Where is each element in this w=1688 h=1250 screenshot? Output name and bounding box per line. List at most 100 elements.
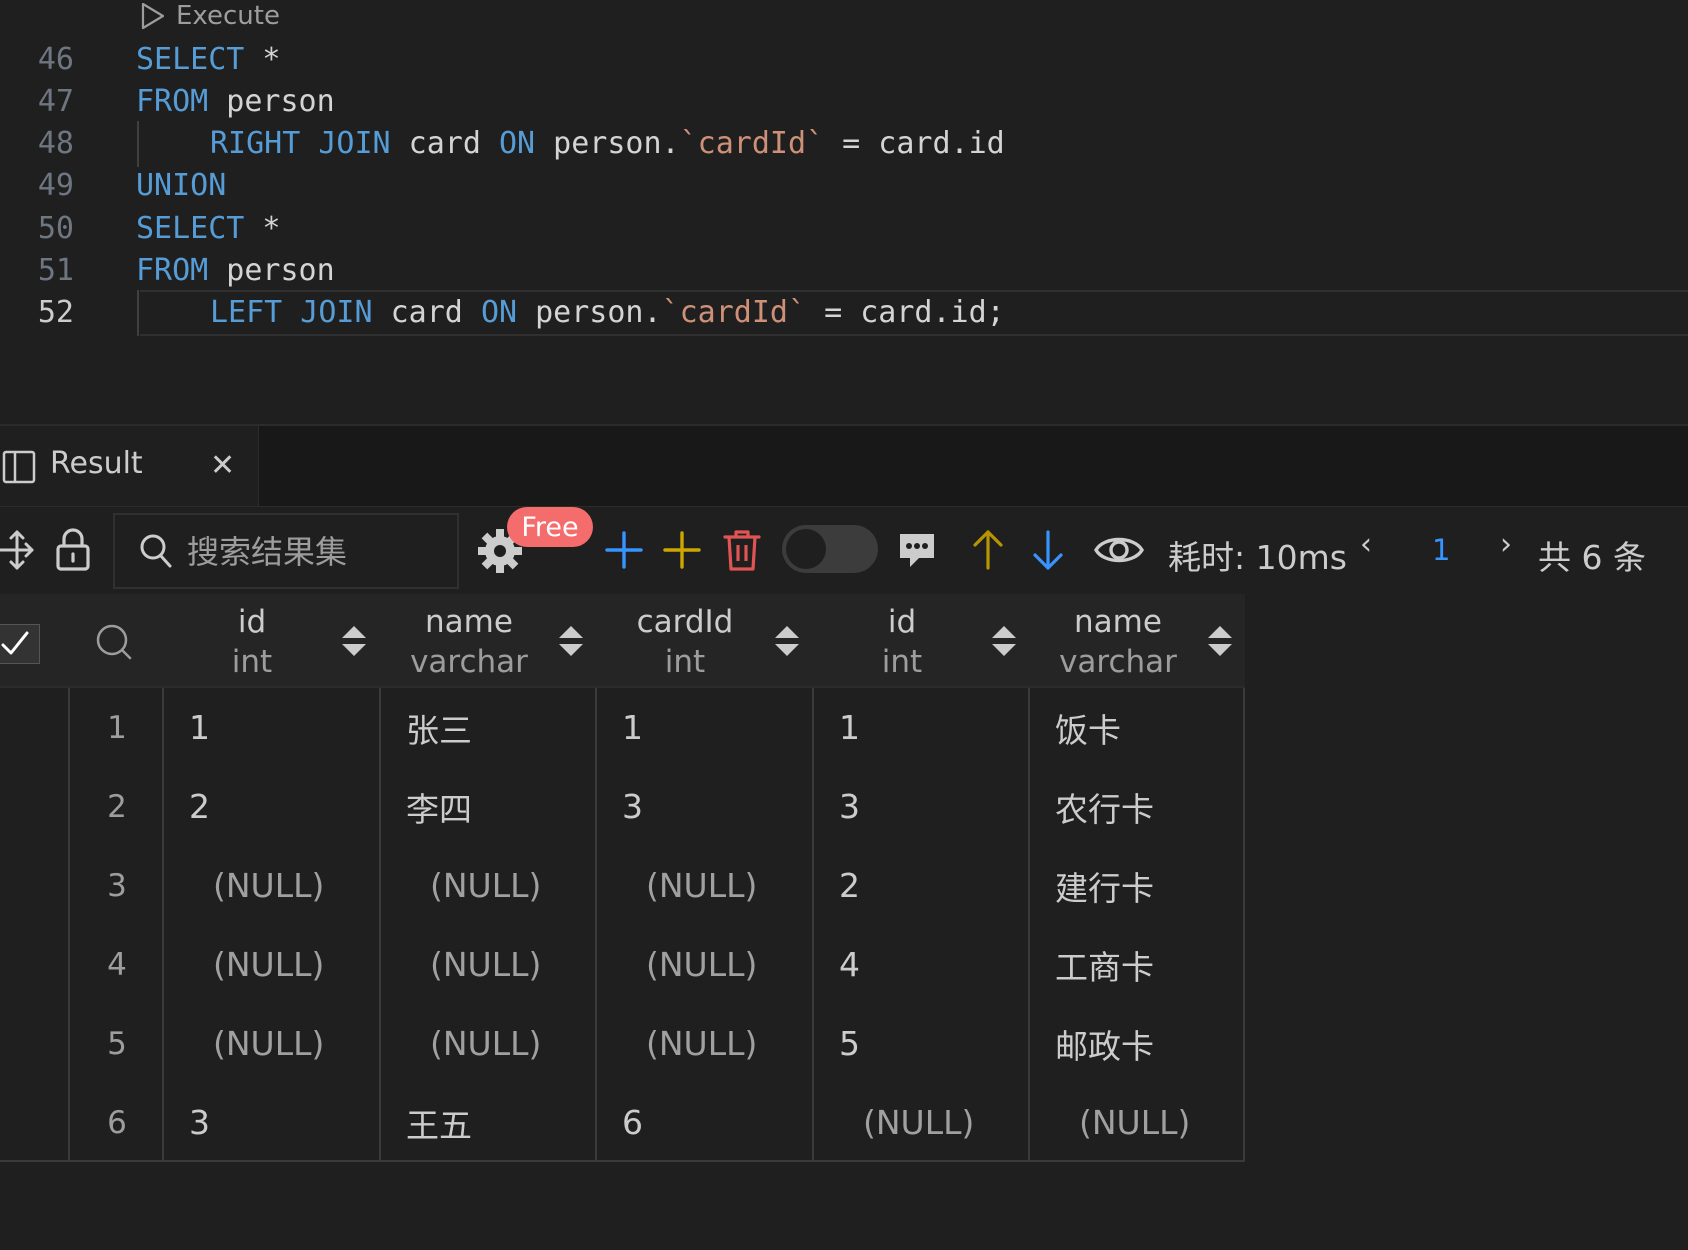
code-token: FROM xyxy=(136,83,209,119)
column-header[interactable]: cardId int xyxy=(597,594,813,686)
table-cell[interactable]: 2 xyxy=(189,767,375,846)
code-line[interactable]: 46 SELECT * xyxy=(0,36,1688,82)
lock-icon[interactable] xyxy=(54,527,92,573)
table-cell[interactable]: 3 xyxy=(839,767,1025,846)
table-cell[interactable]: 李四 xyxy=(406,767,592,846)
table-cell[interactable]: 3 xyxy=(189,1083,375,1162)
code-token: LEFT JOIN xyxy=(210,295,373,331)
table-cell[interactable]: 1 xyxy=(189,688,375,767)
sort-icon[interactable] xyxy=(1206,624,1234,662)
null-value: (NULL) xyxy=(430,945,542,984)
column-header[interactable]: id int xyxy=(164,594,380,686)
table-cell[interactable]: 4 xyxy=(839,925,1025,1004)
table-cell[interactable]: (NULL) xyxy=(406,1004,592,1083)
execute-codelens[interactable]: Execute xyxy=(140,0,280,32)
row-number[interactable]: 5 xyxy=(70,1004,164,1083)
delete-icon[interactable] xyxy=(722,527,762,573)
table-cell[interactable]: 6 xyxy=(622,1083,808,1162)
table-cell[interactable]: 工商卡 xyxy=(1055,925,1241,1004)
code-line[interactable]: 48 RIGHT JOIN card ON person.`cardId` = c… xyxy=(0,120,1688,167)
table-cell[interactable]: 邮政卡 xyxy=(1055,1004,1241,1083)
table-cell[interactable]: 1 xyxy=(622,688,808,767)
chevron-right-icon[interactable]: › xyxy=(1500,527,1512,562)
column-header[interactable]: name varchar xyxy=(1030,594,1246,686)
code-line[interactable]: 52 LEFT JOIN card ON person.`cardId` = ca… xyxy=(0,289,1688,336)
table-cell[interactable]: 5 xyxy=(839,1004,1025,1083)
result-search[interactable] xyxy=(113,513,459,589)
close-icon[interactable]: ✕ xyxy=(210,448,235,483)
column-filter-search-icon[interactable] xyxy=(94,622,134,666)
code-text[interactable]: RIGHT JOIN card ON person.`cardId` = car… xyxy=(210,126,1005,161)
code-token: card xyxy=(390,126,499,162)
table-cell[interactable]: 2 xyxy=(839,846,1025,925)
table-cell[interactable]: (NULL) xyxy=(406,846,592,925)
code-line[interactable]: 51 FROM person xyxy=(0,248,1688,294)
line-number: 46 xyxy=(37,41,74,77)
table-cell[interactable]: 3 xyxy=(622,767,808,846)
line-number: 48 xyxy=(37,126,74,162)
row-number[interactable]: 6 xyxy=(70,1083,164,1162)
code-text[interactable]: SELECT * xyxy=(136,211,281,246)
code-text[interactable]: FROM person xyxy=(136,84,335,119)
table-cell[interactable]: (NULL) xyxy=(622,925,808,1004)
cell-value: 2 xyxy=(189,787,210,826)
move-icon[interactable] xyxy=(0,527,34,573)
table-cell[interactable]: (NULL) xyxy=(622,1004,808,1083)
arrow-up-icon[interactable] xyxy=(970,527,1006,573)
sql-editor[interactable]: Execute 46 SELECT * 47 FROM person 48 RIGHT J… xyxy=(0,0,1688,426)
code-token: ON xyxy=(480,295,518,331)
code-text[interactable]: FROM person xyxy=(136,253,335,288)
line-number: 47 xyxy=(37,83,74,119)
cell-value: 张三 xyxy=(406,710,472,750)
toggle-switch[interactable] xyxy=(782,525,878,573)
table-cell[interactable]: 1 xyxy=(839,688,1025,767)
page-number[interactable]: 1 xyxy=(1432,533,1450,567)
code-text[interactable]: SELECT * xyxy=(136,42,281,77)
sort-icon[interactable] xyxy=(557,624,585,662)
tab-result[interactable]: Result ✕ xyxy=(0,426,259,506)
sort-icon[interactable] xyxy=(340,624,368,662)
table-cell[interactable]: (NULL) xyxy=(189,925,375,1004)
insert-row-icon[interactable] xyxy=(662,529,702,571)
code-line[interactable]: 49 UNION xyxy=(0,163,1688,209)
row-number[interactable]: 3 xyxy=(70,846,164,925)
table-cell[interactable]: (NULL) xyxy=(189,1004,375,1083)
column-name: cardId xyxy=(636,604,734,640)
table-cell[interactable]: 饭卡 xyxy=(1055,688,1241,767)
sort-icon[interactable] xyxy=(990,624,1018,662)
table-cell[interactable]: (NULL) xyxy=(622,846,808,925)
cell-value: 5 xyxy=(839,1024,860,1063)
code-text[interactable]: UNION xyxy=(136,168,226,203)
null-value: (NULL) xyxy=(213,866,325,905)
column-header[interactable]: id int xyxy=(814,594,1030,686)
table-cell[interactable]: (NULL) xyxy=(839,1083,1025,1162)
table-cell[interactable]: (NULL) xyxy=(406,925,592,1004)
row-number[interactable]: 2 xyxy=(70,767,164,846)
row-number[interactable]: 4 xyxy=(70,925,164,1004)
select-all-checkbox[interactable] xyxy=(0,624,40,664)
code-line[interactable]: 50 SELECT * xyxy=(0,205,1688,251)
add-row-icon[interactable] xyxy=(604,529,644,571)
sort-icon[interactable] xyxy=(773,624,801,662)
code-text[interactable]: LEFT JOIN card ON person.`cardId` = card… xyxy=(210,295,1005,330)
arrow-down-icon[interactable] xyxy=(1030,527,1066,573)
comment-icon[interactable] xyxy=(897,529,937,571)
eye-icon[interactable] xyxy=(1094,529,1144,571)
grid-header: id int name varchar cardId int id int name varcha… xyxy=(0,594,1245,688)
code-line[interactable]: 47 FROM person xyxy=(0,78,1688,124)
row-number[interactable]: 1 xyxy=(70,688,164,767)
table-cell[interactable]: (NULL) xyxy=(1055,1083,1241,1162)
null-value: (NULL) xyxy=(1079,1103,1191,1142)
table-cell[interactable]: 农行卡 xyxy=(1055,767,1241,846)
code-token: SELECT xyxy=(136,41,245,77)
table-cell[interactable]: 张三 xyxy=(406,688,592,767)
column-header[interactable]: name varchar xyxy=(381,594,597,686)
table-cell[interactable]: 王五 xyxy=(406,1083,592,1162)
execute-label[interactable]: Execute xyxy=(176,1,280,31)
cell-value: 李四 xyxy=(406,789,472,829)
chevron-left-icon[interactable]: ‹ xyxy=(1360,527,1372,562)
code-token: ON xyxy=(499,126,536,162)
table-cell[interactable]: (NULL) xyxy=(189,846,375,925)
table-cell[interactable]: 建行卡 xyxy=(1055,846,1241,925)
search-input[interactable] xyxy=(185,525,449,579)
